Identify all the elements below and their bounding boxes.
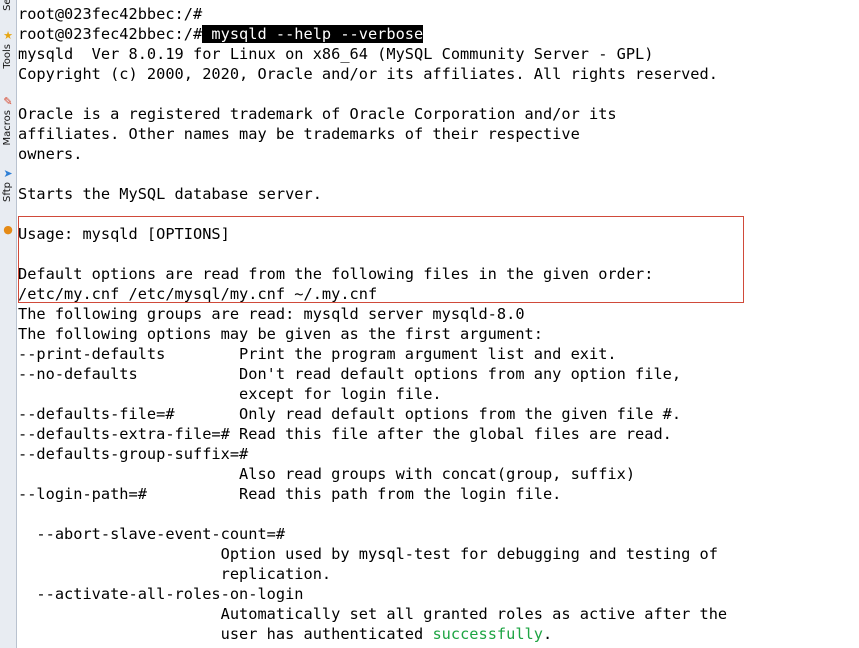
output-line: --defaults-group-suffix=# bbox=[18, 445, 249, 463]
command-text: mysqld --help --verbose bbox=[202, 25, 424, 43]
sidebar-tab-label: Sftp bbox=[2, 182, 13, 202]
output-text: . bbox=[542, 625, 553, 643]
output-text: user has authenticated bbox=[18, 625, 433, 643]
paper-plane-icon: ➤ bbox=[3, 167, 13, 180]
output-line: replication. bbox=[18, 565, 332, 583]
output-line: Starts the MySQL database server. bbox=[18, 185, 322, 203]
output-line: --login-path=# Read this path from the l… bbox=[18, 485, 562, 503]
sidebar-tab-tools[interactable]: ★ Tools bbox=[0, 30, 16, 69]
output-line: mysqld Ver 8.0.19 for Linux on x86_64 (M… bbox=[18, 45, 654, 63]
output-line: --abort-slave-event-count=# bbox=[18, 525, 286, 543]
output-line: Also read groups with concat(group, suff… bbox=[18, 465, 636, 483]
sidebar-tab-sessions[interactable]: Sess bbox=[0, 0, 16, 11]
output-line: --no-defaults Don't read default options… bbox=[18, 365, 682, 383]
sidebar-tab-label: Sess bbox=[1, 0, 15, 11]
prompt: root@023fec42bbec:/# bbox=[18, 5, 203, 23]
output-line: --defaults-extra-file=# Read this file a… bbox=[18, 425, 672, 443]
command-line: root@023fec42bbec:/# mysqld --help --ver… bbox=[18, 24, 424, 44]
output-line: Option used by mysql-test for debugging … bbox=[18, 545, 718, 563]
prompt-line: root@023fec42bbec:/# bbox=[18, 4, 202, 24]
prompt: root@023fec42bbec:/# bbox=[18, 25, 203, 43]
output-line: --activate-all-roles-on-login bbox=[18, 585, 304, 603]
output-line: affiliates. Other names may be trademark… bbox=[18, 125, 580, 143]
output-line: owners. bbox=[18, 145, 83, 163]
side-panel: Sess ★ Tools ✎ Macros ➤ Sftp ● bbox=[0, 0, 17, 648]
sidebar-tab-label: Tools bbox=[2, 44, 13, 69]
sidebar-tab-label: Macros bbox=[2, 110, 13, 146]
annotation-highlight-box bbox=[18, 216, 744, 303]
output-line: --print-defaults Print the program argum… bbox=[18, 345, 617, 363]
output-line: except for login file. bbox=[18, 385, 442, 403]
output-line: Copyright (c) 2000, 2020, Oracle and/or … bbox=[18, 65, 718, 83]
terminal-output[interactable]: root@023fec42bbec:/# root@023fec42bbec:/… bbox=[18, 0, 859, 648]
output-line: Automatically set all granted roles as a… bbox=[18, 605, 728, 623]
output-line: user has authenticated successfully. bbox=[18, 624, 553, 644]
output-line: The following options may be given as th… bbox=[18, 325, 543, 343]
sidebar-tab-macros[interactable]: ✎ Macros bbox=[0, 95, 16, 146]
wrench-icon: ✎ bbox=[3, 95, 13, 108]
output-line: The following groups are read: mysqld se… bbox=[18, 305, 525, 323]
globe-icon: ● bbox=[3, 223, 13, 236]
sftp-globe-tab[interactable]: ● bbox=[0, 224, 16, 236]
star-icon: ★ bbox=[3, 29, 13, 42]
sidebar-tab-sftp[interactable]: ➤ Sftp bbox=[0, 168, 16, 202]
success-text: successfully bbox=[432, 625, 543, 643]
output-line: Oracle is a registered trademark of Orac… bbox=[18, 105, 617, 123]
output-line: --defaults-file=# Only read default opti… bbox=[18, 405, 682, 423]
